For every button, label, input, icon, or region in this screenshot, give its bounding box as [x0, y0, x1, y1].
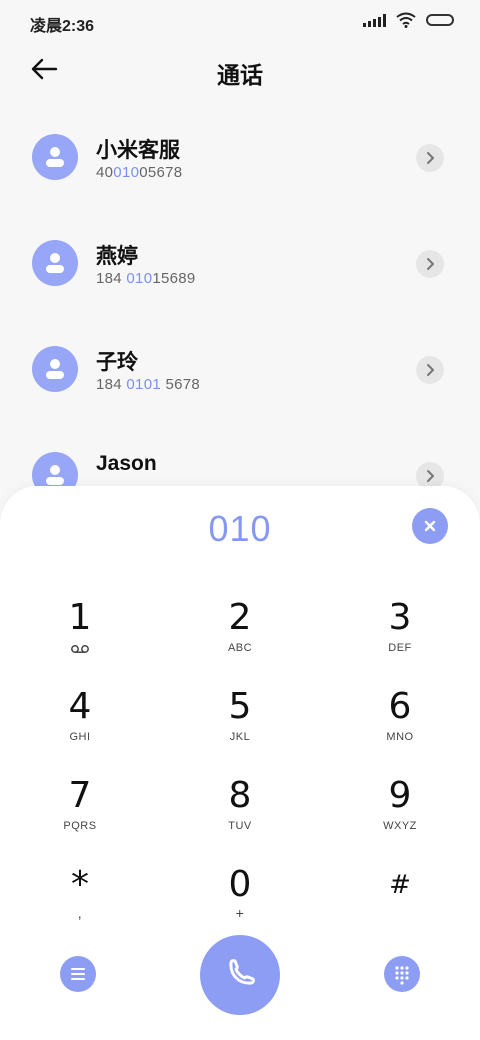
menu-icon — [71, 968, 85, 980]
key-digit: 1 — [68, 597, 92, 638]
match-highlight: 010 — [126, 270, 153, 287]
key-4[interactable]: 4 GHI — [20, 687, 140, 759]
key-7[interactable]: 7 PQRS — [20, 776, 140, 848]
key-6[interactable]: 6 MNO — [340, 687, 460, 759]
key-letters: DEF — [388, 642, 412, 654]
status-icons — [363, 12, 454, 28]
contact-number: 4001005678 — [96, 164, 183, 181]
keypad-toggle-button[interactable] — [384, 956, 420, 992]
chevron-right-icon — [427, 152, 434, 164]
person-icon — [46, 253, 64, 273]
close-icon — [424, 520, 436, 532]
status-bar: 凌晨2:36 — [0, 0, 480, 42]
key-3[interactable]: 3 DEF — [340, 598, 460, 670]
contact-row[interactable]: 小米客服 4001005678 — [0, 110, 480, 216]
key-letters: , — [77, 905, 83, 921]
key-digit: 0 — [228, 864, 252, 905]
key-digit: * — [71, 864, 89, 905]
header: 通话 — [0, 46, 480, 96]
key-9[interactable]: 9 WXYZ — [340, 776, 460, 848]
contact-name: 燕婷 — [96, 245, 138, 268]
person-icon — [46, 359, 64, 379]
contact-row[interactable]: 燕婷 184 01015689 — [0, 216, 480, 322]
key-letters: GHI — [69, 731, 91, 743]
contact-row[interactable]: 子玲 184 0101 5678 — [0, 322, 480, 428]
key-letters: PQRS — [63, 820, 97, 832]
contact-name: Jason — [96, 452, 157, 475]
key-digit: 6 — [388, 686, 412, 727]
key-digit: 2 — [228, 597, 252, 638]
chevron-right-icon — [427, 258, 434, 270]
contact-name: 子玲 — [96, 351, 138, 374]
contact-number: 184 01015689 — [96, 270, 196, 287]
contact-list: 小米客服 4001005678 燕婷 184 01015689 子玲 184 0… — [0, 110, 480, 534]
contact-detail-button[interactable] — [416, 356, 444, 384]
contact-name: 小米客服 — [96, 139, 180, 162]
match-highlight: 010 — [113, 164, 140, 181]
key-digit: 7 — [68, 775, 92, 816]
call-button[interactable] — [200, 935, 280, 1015]
key-digit: 3 — [388, 597, 412, 638]
avatar — [32, 240, 78, 286]
key-letters: + — [235, 905, 245, 921]
key-digit: # — [389, 870, 411, 900]
menu-button[interactable] — [60, 956, 96, 992]
contact-detail-button[interactable] — [416, 250, 444, 278]
key-0[interactable]: 0 + — [180, 865, 300, 937]
dialed-number: 010 — [208, 508, 272, 549]
status-time: 凌晨2:36 — [30, 18, 95, 35]
key-letters: JKL — [229, 731, 251, 743]
battery-icon — [426, 14, 454, 26]
dial-panel: 010 1 2 ABC 3 DEF 4 GHI 5 JKL 6 MNO 7 PQ… — [0, 486, 480, 1040]
key-1[interactable]: 1 — [20, 598, 140, 670]
key-digit: 5 — [228, 686, 252, 727]
contact-detail-button[interactable] — [416, 144, 444, 172]
key-8[interactable]: 8 TUV — [180, 776, 300, 848]
keypad-icon — [395, 966, 409, 985]
contact-number: 184 0101 5678 — [96, 376, 201, 393]
voicemail-icon — [71, 645, 89, 653]
key-5[interactable]: 5 JKL — [180, 687, 300, 759]
signal-icon — [363, 13, 386, 27]
person-icon — [46, 147, 64, 167]
key-digit: 8 — [228, 775, 252, 816]
key-hash[interactable]: # — [340, 865, 460, 937]
chevron-right-icon — [427, 364, 434, 376]
key-letters: TUV — [228, 820, 252, 832]
avatar — [32, 134, 78, 180]
key-2[interactable]: 2 ABC — [180, 598, 300, 670]
avatar — [32, 346, 78, 392]
match-highlight: 0101 — [126, 376, 161, 393]
clear-button[interactable] — [412, 508, 448, 544]
key-letters: MNO — [386, 731, 414, 743]
key-digit: 9 — [388, 775, 412, 816]
key-star[interactable]: * , — [20, 865, 140, 937]
key-digit: 4 — [68, 686, 92, 727]
wifi-icon — [396, 12, 416, 28]
key-letters: ABC — [227, 642, 253, 654]
page-title: 通话 — [217, 62, 263, 88]
key-letters: WXYZ — [383, 820, 417, 832]
phone-icon — [229, 959, 255, 985]
